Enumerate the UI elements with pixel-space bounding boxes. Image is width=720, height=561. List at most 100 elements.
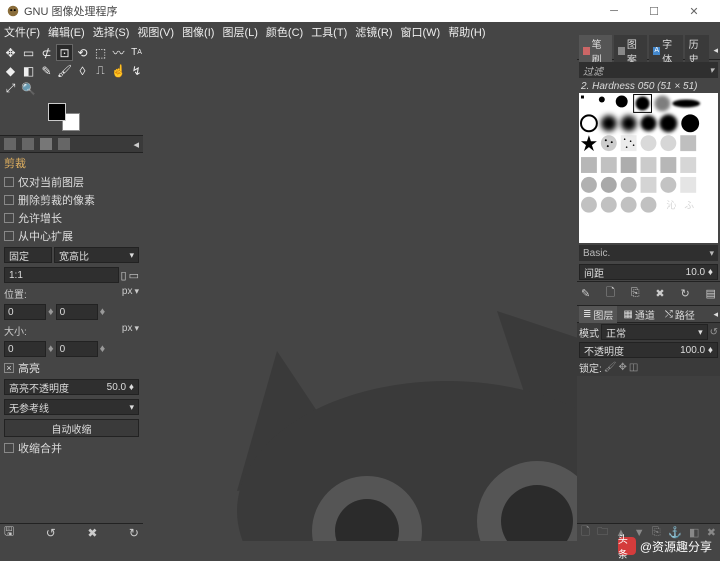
auto-shrink-button[interactable]: 自动收缩 bbox=[4, 419, 139, 437]
menu-edit[interactable]: 编辑(E) bbox=[48, 24, 85, 40]
spacing-field[interactable]: 间距10.0 ♦ bbox=[579, 264, 718, 280]
size-w-input[interactable]: 0 bbox=[4, 341, 46, 357]
ratio-input[interactable]: 1:1 bbox=[4, 267, 119, 283]
gradient-tool[interactable]: ◧ bbox=[20, 62, 37, 79]
brush-grid[interactable]: 沁ふ bbox=[579, 93, 718, 243]
watermark-user: @资源趣分享 bbox=[640, 538, 712, 555]
size-h-input[interactable]: 0 bbox=[56, 341, 98, 357]
shrink-merged-label: 收缩合并 bbox=[18, 440, 62, 456]
lock-alpha-icon[interactable]: ◫ bbox=[629, 362, 638, 373]
move-tool[interactable]: ✥ bbox=[2, 44, 19, 61]
zoom-tool[interactable]: 🔍 bbox=[20, 80, 37, 97]
eraser-tool[interactable]: ◊ bbox=[74, 62, 91, 79]
landscape-icon[interactable]: ▭ bbox=[129, 269, 139, 282]
pencil-tool[interactable]: ✎ bbox=[38, 62, 55, 79]
shrink-merged-checkbox[interactable] bbox=[4, 443, 14, 453]
new-brush-icon[interactable]: 🗋 bbox=[606, 284, 615, 303]
lock-position-icon[interactable]: ✥ bbox=[618, 362, 626, 373]
fixed-checkbox-label[interactable]: 固定 bbox=[4, 247, 52, 263]
new-layer-icon[interactable]: 🗋 bbox=[581, 523, 590, 542]
tool-options-tabs: ◂ bbox=[0, 135, 143, 153]
fixed-mode-select[interactable]: 宽高比▾ bbox=[54, 247, 139, 263]
brush-preset-select[interactable]: Basic.▾ bbox=[579, 245, 718, 261]
undo-history-tab[interactable] bbox=[40, 138, 52, 150]
active-brush-name: 2. Hardness 050 (51 × 51) bbox=[577, 80, 720, 93]
restore-preset-icon[interactable]: ↺ bbox=[46, 526, 56, 540]
delete-cropped-checkbox[interactable] bbox=[4, 195, 14, 205]
position-y-input[interactable]: 0 bbox=[56, 304, 98, 320]
reset-icon[interactable]: ↻ bbox=[129, 526, 139, 540]
size-label: 大小: px ▾ bbox=[0, 322, 143, 339]
save-preset-icon[interactable]: 🖫 bbox=[4, 522, 14, 543]
lock-label: 锁定: bbox=[579, 360, 602, 375]
tool-options-title: 剪裁 bbox=[0, 153, 143, 173]
transform-tool[interactable]: ⬚ bbox=[92, 44, 109, 61]
menu-select[interactable]: 选择(S) bbox=[93, 24, 130, 40]
maximize-button[interactable]: ☐ bbox=[634, 0, 674, 22]
watermark: 头条 @资源趣分享 bbox=[618, 537, 712, 555]
fg-bg-colors[interactable] bbox=[48, 103, 80, 131]
menu-layer[interactable]: 图层(L) bbox=[222, 24, 257, 40]
menu-view[interactable]: 视图(V) bbox=[137, 24, 174, 40]
color-picker-tool[interactable]: ⤢ bbox=[2, 80, 19, 97]
smudge-tool[interactable]: ☝ bbox=[110, 62, 127, 79]
only-current-layer-checkbox[interactable] bbox=[4, 177, 14, 187]
menu-help[interactable]: 帮助(H) bbox=[448, 24, 485, 40]
menu-filters[interactable]: 滤镜(R) bbox=[355, 24, 392, 40]
edit-brush-icon[interactable]: ✎ bbox=[581, 287, 590, 300]
portrait-icon[interactable]: ▯ bbox=[121, 269, 127, 282]
canvas-area[interactable] bbox=[143, 42, 577, 541]
layers-tab[interactable]: ≣图层 bbox=[579, 306, 617, 323]
paths-tab[interactable]: ⤭路径 bbox=[661, 306, 699, 323]
open-as-image-icon[interactable]: ▤ bbox=[706, 287, 716, 300]
brush-filter[interactable]: 过滤▾ bbox=[579, 62, 718, 78]
dock-menu-icon[interactable]: ◂ bbox=[713, 45, 718, 56]
crop-tool[interactable]: ⊡ bbox=[56, 44, 73, 61]
lock-pixels-icon[interactable]: 🖌 bbox=[604, 362, 617, 373]
images-tab[interactable] bbox=[58, 138, 70, 150]
duplicate-brush-icon[interactable]: ⎘ bbox=[631, 287, 640, 300]
close-button[interactable]: ✕ bbox=[674, 0, 714, 22]
mode-label: 模式 bbox=[579, 325, 599, 340]
warp-tool[interactable]: 〰 bbox=[110, 44, 127, 61]
rotate-tool[interactable]: ⟲ bbox=[74, 44, 91, 61]
highlight-checkbox[interactable] bbox=[4, 363, 14, 373]
window-titlebar: GNU 图像处理程序 ─ ☐ ✕ bbox=[0, 0, 720, 22]
right-dock: 笔刷 图案 A字体 历史 ◂ 过滤▾ 2. Hardness 050 (51 ×… bbox=[577, 42, 720, 541]
delete-preset-icon[interactable]: ✖ bbox=[87, 526, 97, 540]
menu-file[interactable]: 文件(F) bbox=[4, 24, 40, 40]
highlight-opacity-field[interactable]: 高亮不透明度50.0 ♦ bbox=[4, 379, 139, 395]
allow-grow-checkbox[interactable] bbox=[4, 213, 14, 223]
watermark-logo: 头条 bbox=[618, 537, 636, 555]
device-status-tab[interactable] bbox=[22, 138, 34, 150]
tool-options-tab[interactable] bbox=[4, 138, 16, 150]
clone-tool[interactable]: ⎍ bbox=[92, 62, 109, 79]
layer-group-icon[interactable]: 🗀 bbox=[597, 523, 608, 542]
minimize-button[interactable]: ─ bbox=[594, 0, 634, 22]
rect-select-tool[interactable]: ▭ bbox=[20, 44, 37, 61]
expand-center-checkbox[interactable] bbox=[4, 231, 14, 241]
position-x-input[interactable]: 0 bbox=[4, 304, 46, 320]
toolbox: ✥ ▭ ⊄ ⊡ ⟲ ⬚ 〰 TA ◆ ◧ ✎ 🖌 ◊ ⎍ ☝ ↯ ⤢ 🔍 bbox=[0, 42, 143, 99]
guide-select[interactable]: 无参考线▾ bbox=[4, 399, 139, 415]
only-current-layer-label: 仅对当前图层 bbox=[18, 174, 84, 190]
layers-dock-menu-icon[interactable]: ◂ bbox=[713, 309, 718, 320]
bucket-tool[interactable]: ◆ bbox=[2, 62, 19, 79]
mode-reset-icon[interactable]: ↺ bbox=[710, 327, 718, 338]
brush-tool[interactable]: 🖌 bbox=[56, 62, 73, 79]
menu-window[interactable]: 窗口(W) bbox=[401, 24, 441, 40]
free-select-tool[interactable]: ⊄ bbox=[38, 44, 55, 61]
menu-image[interactable]: 图像(I) bbox=[182, 24, 214, 40]
refresh-brush-icon[interactable]: ↻ bbox=[680, 287, 689, 300]
opacity-field[interactable]: 不透明度100.0 ♦ bbox=[579, 342, 718, 358]
layers-dock-tabs: ≣图层 ▦通道 ⤭路径 ◂ bbox=[577, 305, 720, 323]
tab-menu-icon[interactable]: ◂ bbox=[133, 138, 139, 151]
left-dock: ✥ ▭ ⊄ ⊡ ⟲ ⬚ 〰 TA ◆ ◧ ✎ 🖌 ◊ ⎍ ☝ ↯ ⤢ 🔍 bbox=[0, 42, 143, 541]
channels-tab[interactable]: ▦通道 bbox=[619, 306, 658, 323]
foreground-color[interactable] bbox=[48, 103, 66, 121]
layers-list[interactable] bbox=[577, 376, 720, 523]
mode-select[interactable]: 正常▾ bbox=[601, 324, 708, 340]
menu-color[interactable]: 颜色(C) bbox=[266, 24, 303, 40]
delete-brush-icon[interactable]: ✖ bbox=[655, 287, 664, 300]
menu-tools[interactable]: 工具(T) bbox=[311, 24, 347, 40]
